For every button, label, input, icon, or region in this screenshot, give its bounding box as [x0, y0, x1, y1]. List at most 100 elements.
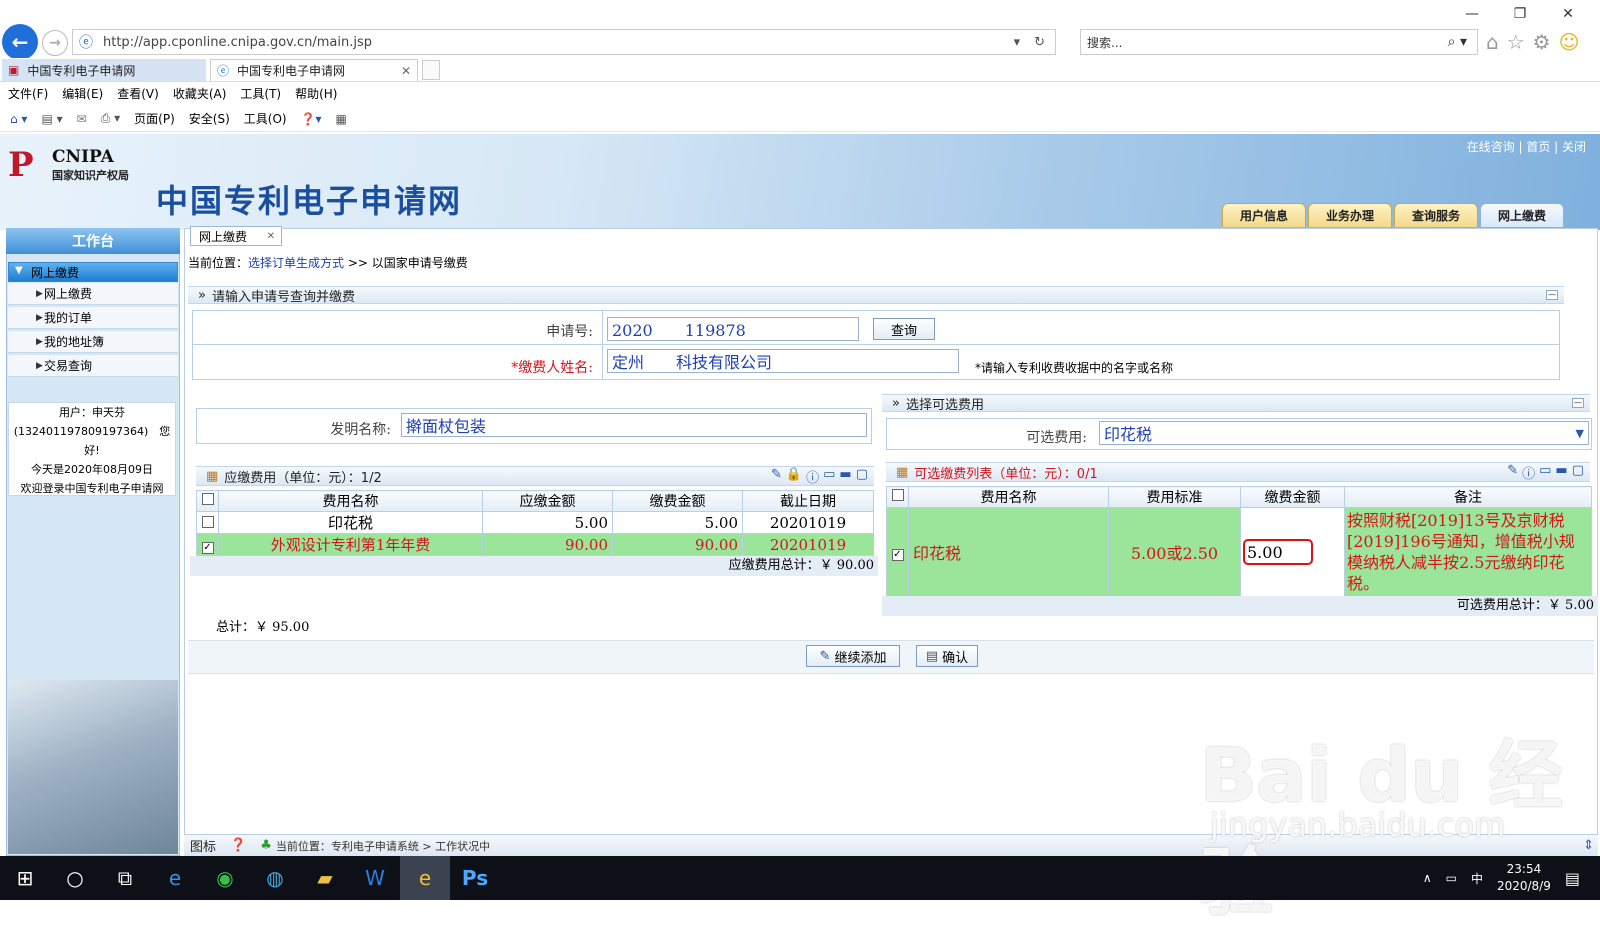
collapse-icon[interactable]: —	[1572, 398, 1584, 408]
user-info-box: 用户：申天芬 (132401197809197364) 您好! 今天是2020年…	[8, 402, 176, 496]
browser-tab-2[interactable]: ⓔ 中国专利电子申请网 ✕	[210, 59, 418, 81]
tab-query[interactable]: 查询服务	[1394, 203, 1478, 227]
chevron-up-icon[interactable]: ∧	[1423, 871, 1432, 885]
search-box[interactable]: 搜索... ⌕ ▾	[1080, 29, 1478, 55]
browser-tab-1[interactable]: ▣ 中国专利电子申请网	[2, 59, 206, 81]
word-icon[interactable]: W	[350, 856, 400, 900]
research-icon[interactable]: ▦	[336, 112, 347, 126]
minimize-icon[interactable]: —	[1448, 0, 1496, 28]
payer-input[interactable]: 定州 科技有限公司	[607, 349, 959, 373]
select-all-checkbox[interactable]	[891, 489, 904, 501]
help-icon[interactable]: ❓▾	[301, 112, 322, 126]
photoshop-icon[interactable]: Ps	[450, 856, 500, 900]
query-button[interactable]: 查询	[873, 318, 935, 340]
cmd-page[interactable]: 页面(P)	[134, 110, 175, 127]
sidebar-group-payment[interactable]: ▼ 网上缴费	[8, 262, 178, 282]
close-tab-icon[interactable]: ✕	[401, 64, 417, 78]
edge-icon[interactable]: e	[150, 856, 200, 900]
pay-amount-input[interactable]: 5.00	[1243, 539, 1313, 565]
sidebar-item-transactions[interactable]: ▶ 交易查询	[8, 355, 178, 377]
forward-button[interactable]: →	[42, 30, 68, 56]
edit-icon[interactable]: ✎	[1507, 463, 1518, 482]
chevron-down-icon[interactable]: ▼	[1576, 427, 1588, 440]
favorites-star-icon[interactable]: ☆	[1507, 30, 1525, 54]
back-button[interactable]: ←	[2, 24, 38, 60]
gear-icon[interactable]: ⚙	[1533, 30, 1551, 54]
table-row-selected[interactable]: ✓ 印花税 5.00或2.50 5.00 按照财税[2019]13号及京财税[2…	[886, 507, 1592, 597]
confirm-button[interactable]: ▤ 确认	[916, 645, 978, 667]
crumb-sep: >>	[347, 256, 368, 270]
content-tab[interactable]: 网上缴费 ✕	[190, 226, 282, 246]
lock-icon[interactable]: 🔒	[786, 467, 802, 486]
ie-taskbar-icon[interactable]: e	[400, 856, 450, 900]
row-checkbox-checked[interactable]: ✓	[201, 541, 214, 554]
info-icon[interactable]: ⓘ	[806, 467, 819, 486]
browser-360-icon[interactable]: ◉	[200, 856, 250, 900]
top-links[interactable]: 在线咨询 | 首页 | 关闭	[1467, 138, 1586, 155]
tree-icon: ♣	[260, 838, 272, 853]
edit-icon[interactable]: ✎	[771, 467, 782, 486]
menu-edit[interactable]: 编辑(E)	[62, 85, 103, 102]
optional-fee-select[interactable]: 印花税 ▼	[1099, 421, 1589, 445]
close-tab-icon[interactable]: ✕	[267, 231, 275, 242]
clock[interactable]: 23:54 2020/8/9	[1497, 861, 1551, 895]
menu-help[interactable]: 帮助(H)	[295, 85, 337, 102]
deadline: 20201019	[742, 533, 874, 556]
notification-icon[interactable]: ▤	[1565, 869, 1580, 888]
tab-title: 中国专利电子申请网	[27, 63, 136, 78]
app-no-input[interactable]: 2020 119878	[607, 317, 859, 341]
dropdown-icon[interactable]: ▾	[1014, 35, 1021, 50]
minimize-icon[interactable]: ▬	[1555, 463, 1567, 482]
windows-start-icon[interactable]: ⊞	[0, 856, 50, 900]
vpn-globe-icon[interactable]: ◍	[250, 856, 300, 900]
table-row[interactable]: 印花税 5.00 5.00 20201019	[196, 511, 874, 534]
row-checkbox-checked[interactable]: ✓	[891, 549, 904, 561]
restore-icon[interactable]: ❐	[1496, 0, 1544, 28]
browser-toolbar-icons: ⌂ ☆ ⚙ ☺	[1486, 30, 1579, 54]
row-checkbox[interactable]	[201, 515, 214, 528]
close-icon[interactable]: ✕	[1544, 0, 1592, 28]
ime-indicator[interactable]: 中	[1471, 870, 1483, 887]
help-icon[interactable]: ❓	[230, 838, 246, 853]
tab-business[interactable]: 业务办理	[1308, 203, 1392, 227]
info-icon[interactable]: ⓘ	[1522, 463, 1535, 482]
list-icon[interactable]: ▭	[823, 467, 835, 486]
home-icon[interactable]: ⌂ ▾	[10, 112, 27, 126]
file-explorer-icon[interactable]: ▰	[300, 856, 350, 900]
fee-standard: 5.00或2.50	[1108, 507, 1241, 597]
tab-online-payment[interactable]: 网上缴费	[1480, 203, 1564, 227]
smiley-icon[interactable]: ☺	[1559, 30, 1580, 54]
new-tab-button[interactable]	[422, 60, 440, 80]
task-view-icon[interactable]: ⧉	[100, 856, 150, 900]
cmd-safety[interactable]: 安全(S)	[189, 110, 230, 127]
network-icon[interactable]: ▭	[1446, 871, 1457, 885]
command-bar: ⌂ ▾ ▤ ▾ ✉ ⎙ ▾ 页面(P) 安全(S) 工具(O) ❓▾ ▦	[0, 106, 1600, 132]
refresh-icon[interactable]: ↻	[1034, 35, 1045, 50]
search-circle-icon[interactable]: ○	[50, 856, 100, 900]
continue-add-button[interactable]: ✎ 继续添加	[806, 645, 900, 667]
menu-file[interactable]: 文件(F)	[8, 85, 48, 102]
minimize-icon[interactable]: ▬	[839, 467, 851, 486]
crumb-link[interactable]: 选择订单生成方式	[248, 256, 344, 270]
menu-tools[interactable]: 工具(T)	[240, 85, 281, 102]
sidebar-item-my-orders[interactable]: ▶ 我的订单	[8, 307, 178, 329]
invention-input[interactable]: 擀面杖包装	[401, 413, 867, 437]
search-icon[interactable]: ⌕ ▾	[1448, 34, 1477, 50]
menu-view[interactable]: 查看(V)	[117, 85, 159, 102]
home-icon[interactable]: ⌂	[1486, 30, 1499, 54]
list-icon[interactable]: ▭	[1539, 463, 1551, 482]
address-bar[interactable]: ⓔ http://app.cponline.cnipa.gov.cn/main.…	[72, 29, 1056, 55]
print-icon[interactable]: ⎙ ▾	[101, 111, 120, 126]
rss-icon[interactable]: ▤ ▾	[41, 112, 62, 126]
mail-icon[interactable]: ✉	[77, 112, 87, 126]
tab-user-info[interactable]: 用户信息	[1222, 203, 1306, 227]
cmd-tools[interactable]: 工具(O)	[244, 110, 287, 127]
sidebar-item-address-book[interactable]: ▶ 我的地址簿	[8, 331, 178, 353]
maximize-icon[interactable]: ▢	[1572, 463, 1584, 482]
select-all-checkbox[interactable]	[201, 493, 214, 505]
menu-favorites[interactable]: 收藏夹(A)	[173, 85, 227, 102]
table-row-selected[interactable]: ✓ 外观设计专利第1年年费 90.00 90.00 20201019	[196, 533, 874, 556]
collapse-icon[interactable]: —	[1546, 290, 1558, 300]
sidebar-item-online-payment[interactable]: ▶ 网上缴费	[8, 283, 178, 305]
maximize-icon[interactable]: ▢	[856, 467, 868, 486]
